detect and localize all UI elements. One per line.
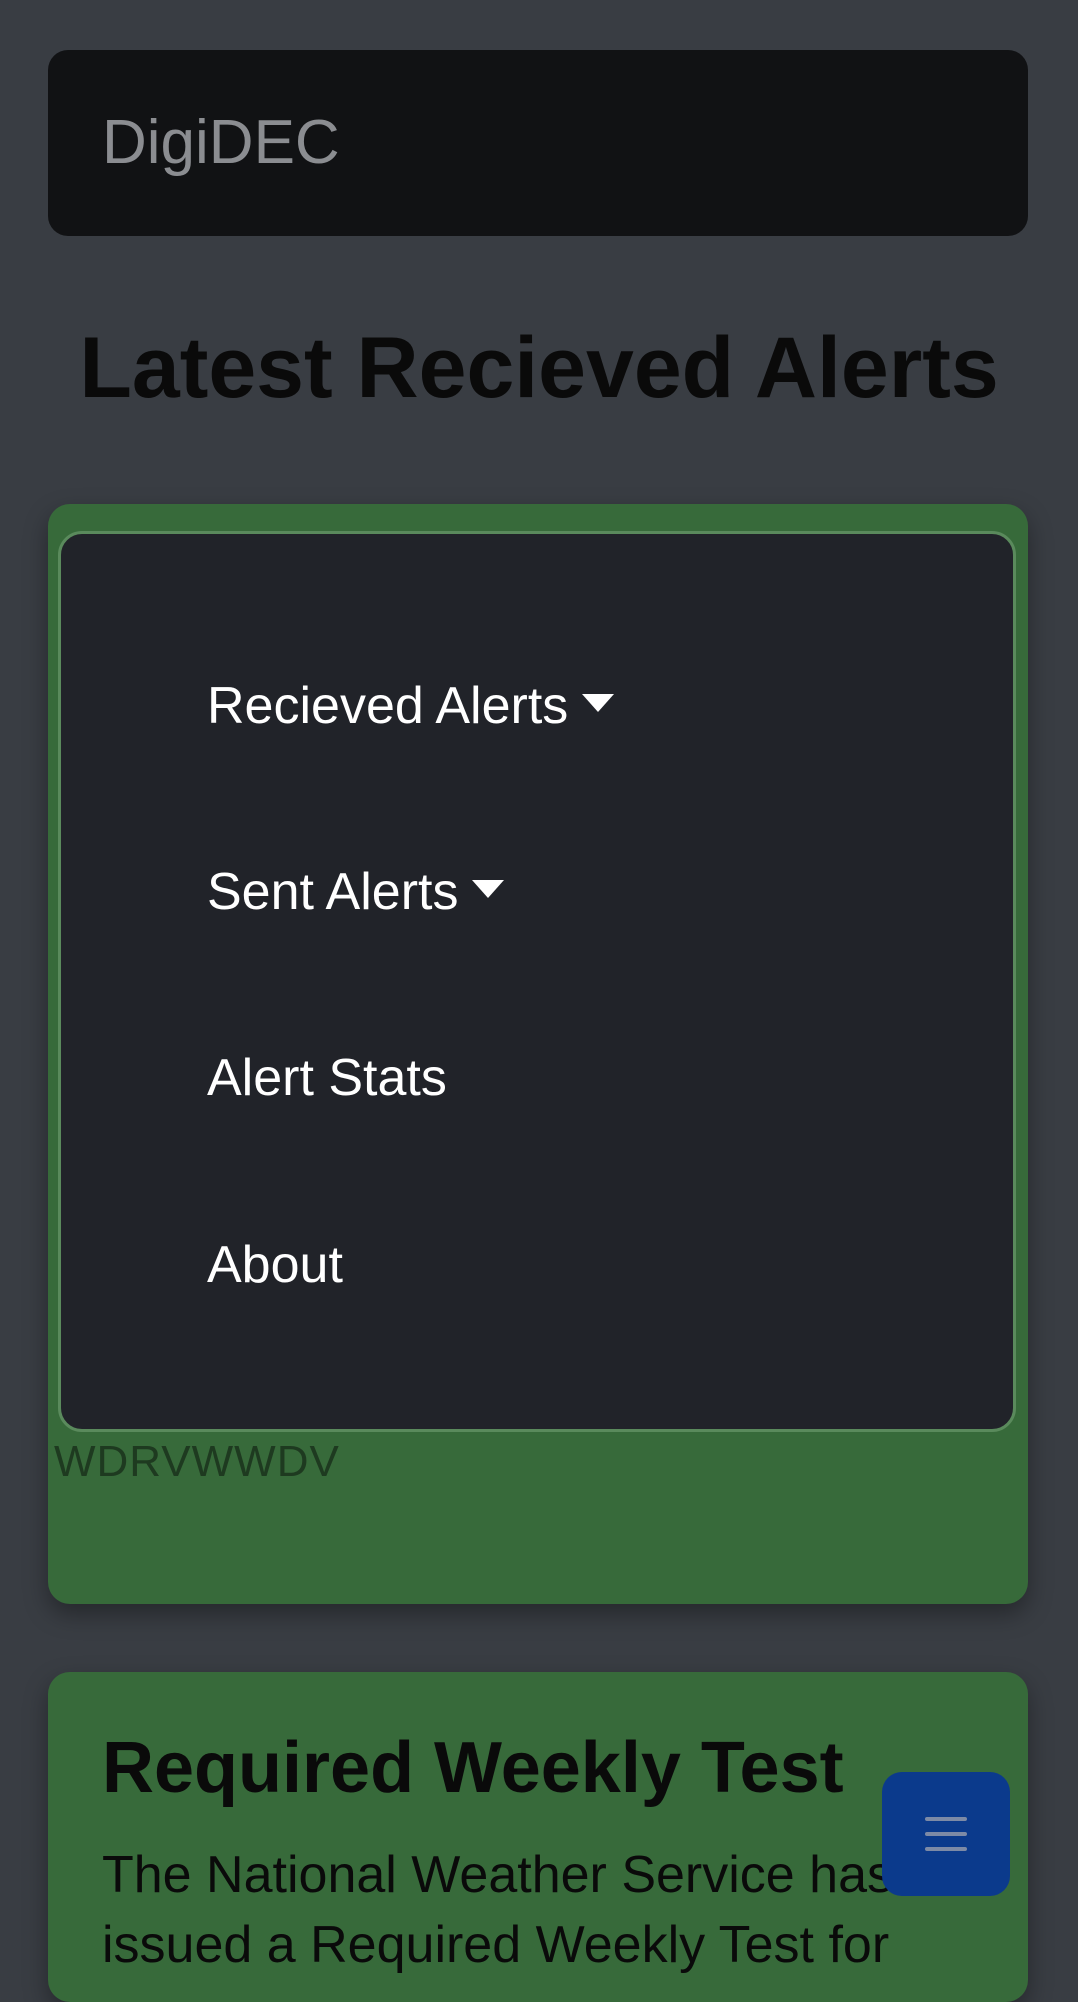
menu-item-about[interactable]: About [207, 1215, 343, 1315]
nav-menu-panel: Recieved Alerts Sent Alerts Alert Stats … [58, 531, 1016, 1432]
menu-toggle-button[interactable] [882, 1772, 1010, 1896]
alert-card-title: Required Weekly Test [102, 1728, 844, 1808]
menu-item-label: Alert Stats [207, 1049, 447, 1107]
alert-card-body: The National Weather Service has issued … [102, 1846, 893, 1974]
menu-item-label: Sent Alerts [207, 863, 459, 921]
menu-item-alert-stats[interactable]: Alert Stats [207, 1028, 447, 1128]
caret-down-icon [472, 880, 505, 899]
caret-down-icon [582, 694, 615, 713]
menu-item-recieved-alerts[interactable]: Recieved Alerts [207, 656, 615, 756]
menu-item-label: Recieved Alerts [207, 677, 569, 735]
menu-item-label: About [207, 1236, 343, 1294]
hamburger-menu-icon [925, 1817, 967, 1851]
navbar: DigiDEC [48, 50, 1028, 236]
page-title: Latest Recieved Alerts [79, 320, 999, 416]
alert-card: Required Weekly Test The National Weathe… [48, 1672, 1028, 2002]
menu-item-sent-alerts[interactable]: Sent Alerts [207, 842, 505, 942]
alert-card-subtitle: WDRVWWDV [54, 1437, 340, 1486]
brand-link[interactable]: DigiDEC [102, 50, 340, 236]
